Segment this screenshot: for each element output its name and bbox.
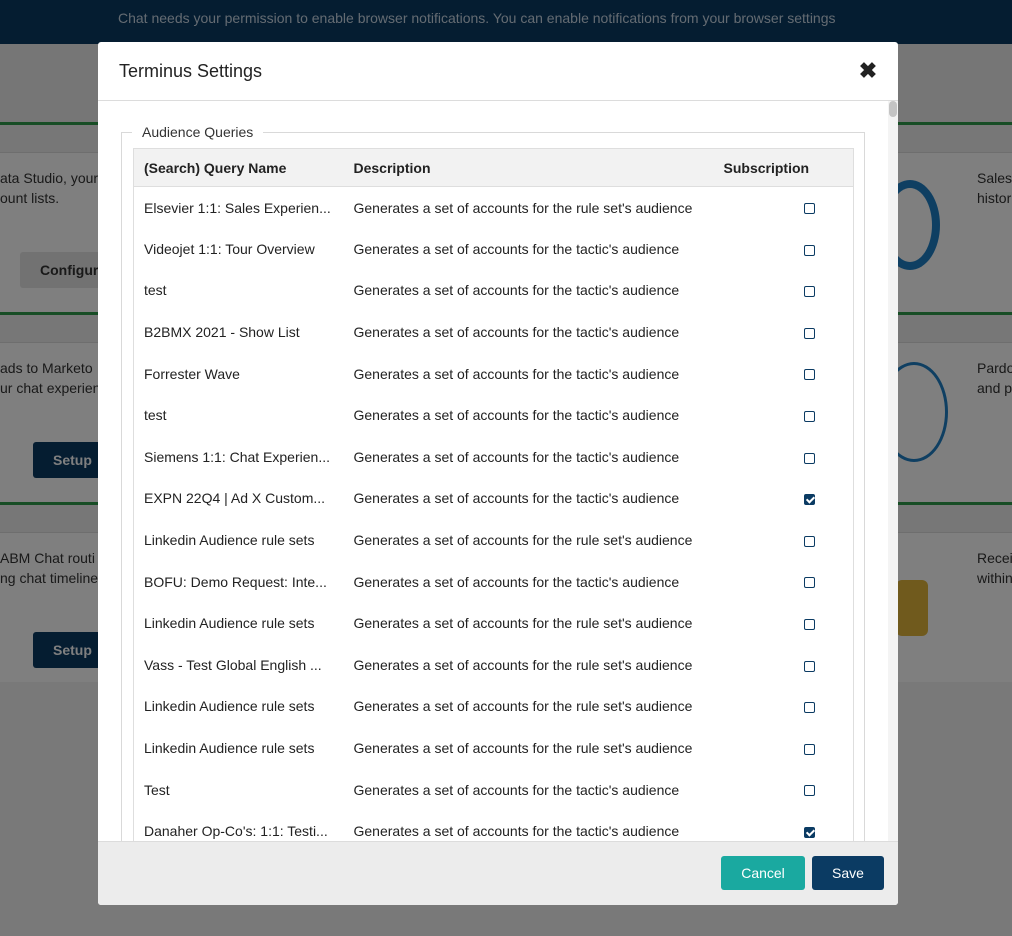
table-row: Danaher Op-Co's: 1:1: Testi... Generates …: [134, 810, 854, 841]
query-name-cell: Forrester Wave: [144, 365, 240, 382]
description-cell: Generates a set of accounts for the rule…: [353, 698, 693, 715]
subscription-checkbox[interactable]: [803, 203, 815, 215]
subscription-cell: [724, 270, 854, 312]
description-cell: Generates a set of accounts for the tact…: [353, 448, 680, 465]
description-cell: Generates a set of accounts for the rule…: [353, 740, 693, 757]
query-name-cell: Elsevier 1:1: Sales Experien...: [144, 199, 331, 216]
table-row: Test Generates a set of accounts for the …: [134, 769, 854, 811]
save-button[interactable]: Save: [812, 856, 884, 890]
modal-footer: Cancel Save: [98, 841, 898, 905]
query-name-cell: B2BMX 2021 - Show List: [144, 324, 300, 341]
table-body: Elsevier 1:1: Sales Experien... Generates…: [134, 187, 854, 842]
query-name-cell: Videojet 1:1: Tour Overview: [144, 240, 315, 257]
table-row: Linkedin Audience rule sets Generates a s…: [134, 686, 854, 728]
query-name-cell: BOFU: Demo Request: Inte...: [144, 573, 327, 590]
description-cell: Generates a set of accounts for the rule…: [353, 199, 693, 216]
subscription-checkbox[interactable]: [803, 369, 815, 381]
table-row: Linkedin Audience rule sets Generates a s…: [134, 727, 854, 769]
description-cell: Generates a set of accounts for the tact…: [353, 822, 680, 839]
subscription-checkbox[interactable]: [803, 619, 815, 631]
column-header-description: Description: [343, 148, 724, 187]
subscription-checkbox[interactable]: [803, 494, 815, 506]
description-cell: Generates a set of accounts for the tact…: [353, 240, 680, 257]
description-cell: Generates a set of accounts for the tact…: [353, 490, 680, 507]
table-row: BOFU: Demo Request: Inte... Generates a s…: [134, 561, 854, 603]
description-cell: Generates a set of accounts for the tact…: [353, 282, 680, 299]
subscription-checkbox[interactable]: [803, 743, 815, 755]
table-row: test Generates a set of accounts for the …: [134, 270, 854, 312]
subscription-cell: [724, 187, 854, 229]
subscription-checkbox[interactable]: [803, 411, 815, 423]
subscription-cell: [724, 228, 854, 270]
subscription-cell: [724, 602, 854, 644]
scrollbar-thumb[interactable]: [889, 101, 897, 117]
subscription-cell: [724, 311, 854, 353]
subscription-cell: [724, 727, 854, 769]
subscription-cell: [724, 686, 854, 728]
description-cell: Generates a set of accounts for the tact…: [353, 781, 680, 798]
audience-queries-table: (Search) Query Name Description Subscrip…: [133, 148, 854, 841]
description-cell: Generates a set of accounts for the tact…: [353, 365, 680, 382]
description-cell: Generates a set of accounts for the rule…: [353, 615, 693, 632]
close-icon[interactable]: ✖: [858, 60, 878, 82]
subscription-checkbox[interactable]: [803, 535, 815, 547]
query-name-cell: Linkedin Audience rule sets: [144, 615, 315, 632]
query-name-cell: test: [144, 282, 167, 299]
subscription-checkbox[interactable]: [803, 577, 815, 589]
subscription-cell: [724, 478, 854, 520]
description-cell: Generates a set of accounts for the tact…: [353, 324, 680, 341]
subscription-cell: [724, 810, 854, 841]
subscription-checkbox[interactable]: [803, 826, 815, 838]
terminus-settings-modal: Terminus Settings ✖ Audience Queries (Se…: [98, 42, 898, 905]
subscription-checkbox[interactable]: [803, 785, 815, 797]
query-name-cell: Test: [144, 781, 170, 798]
subscription-cell: [724, 644, 854, 686]
table-row: EXPN 22Q4 | Ad X Custom... Generates a se…: [134, 478, 854, 520]
modal-title: Terminus Settings: [119, 61, 263, 81]
query-name-cell: test: [144, 407, 167, 424]
audience-queries-fieldset: Audience Queries (Search) Query Name Des…: [121, 123, 865, 841]
table-header-row: (Search) Query Name Description Subscrip…: [133, 148, 854, 187]
subscription-checkbox[interactable]: [803, 452, 815, 464]
modal-scrollbar[interactable]: [888, 101, 898, 841]
description-cell: Generates a set of accounts for the tact…: [353, 573, 680, 590]
subscription-checkbox[interactable]: [803, 327, 815, 339]
subscription-cell: [724, 353, 854, 395]
table-row: Linkedin Audience rule sets Generates a s…: [134, 602, 854, 644]
table-row: Vass - Test Global English ... Generates …: [134, 644, 854, 686]
query-name-cell: Vass - Test Global English ...: [144, 656, 322, 673]
column-header-query-name[interactable]: (Search) Query Name: [133, 148, 344, 187]
column-header-subscription: Subscription: [723, 148, 854, 187]
description-cell: Generates a set of accounts for the rule…: [353, 656, 693, 673]
description-cell: Generates a set of accounts for the tact…: [353, 407, 680, 424]
cancel-button[interactable]: Cancel: [721, 856, 805, 890]
table-row: Forrester Wave Generates a set of account…: [134, 353, 854, 395]
subscription-cell: [724, 561, 854, 603]
subscription-cell: [724, 769, 854, 811]
query-name-cell: Danaher Op-Co's: 1:1: Testi...: [144, 822, 328, 839]
query-name-cell: Linkedin Audience rule sets: [144, 532, 315, 549]
table-row: Videojet 1:1: Tour Overview Generates a s…: [134, 228, 854, 270]
query-name-cell: Linkedin Audience rule sets: [144, 740, 315, 757]
query-name-cell: Linkedin Audience rule sets: [144, 698, 315, 715]
fieldset-legend: Audience Queries: [132, 123, 264, 141]
query-name-cell: Siemens 1:1: Chat Experien...: [144, 448, 330, 465]
subscription-checkbox[interactable]: [803, 702, 815, 714]
modal-body: Audience Queries (Search) Query Name Des…: [98, 101, 898, 841]
description-cell: Generates a set of accounts for the rule…: [353, 532, 693, 549]
table-row: Linkedin Audience rule sets Generates a s…: [134, 519, 854, 561]
subscription-cell: [724, 394, 854, 436]
table-row: B2BMX 2021 - Show List Generates a set of…: [134, 311, 854, 353]
table-row: test Generates a set of accounts for the …: [134, 394, 854, 436]
subscription-checkbox[interactable]: [803, 660, 815, 672]
table-row: Elsevier 1:1: Sales Experien... Generates…: [134, 187, 854, 229]
subscription-checkbox[interactable]: [803, 286, 815, 298]
subscription-cell: [724, 436, 854, 478]
modal-header: Terminus Settings ✖: [98, 42, 898, 101]
subscription-cell: [724, 519, 854, 561]
table-row: Siemens 1:1: Chat Experien... Generates a…: [134, 436, 854, 478]
query-name-cell: EXPN 22Q4 | Ad X Custom...: [144, 490, 326, 507]
subscription-checkbox[interactable]: [803, 244, 815, 256]
